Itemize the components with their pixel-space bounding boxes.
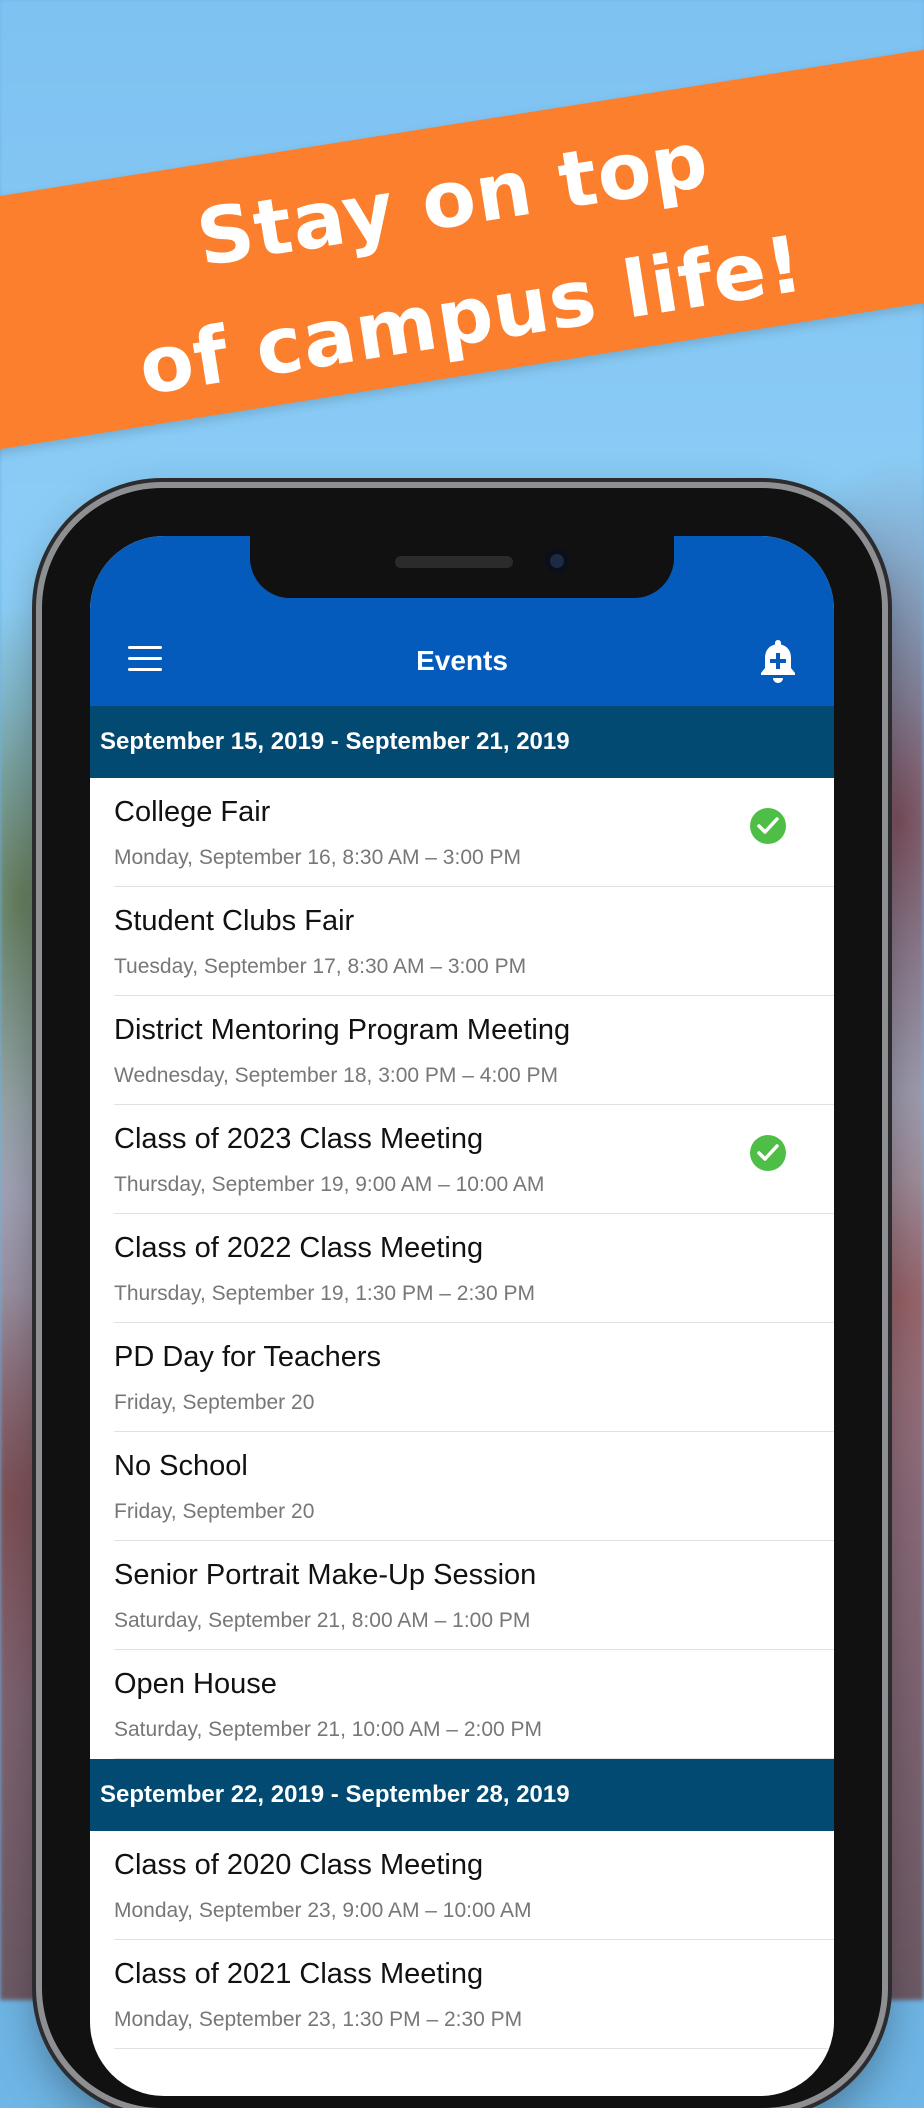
event-row[interactable]: No School Friday, September 20 xyxy=(114,1432,834,1541)
event-time: Friday, September 20 xyxy=(114,1391,315,1414)
event-row[interactable]: College Fair Monday, September 16, 8:30 A… xyxy=(114,778,834,887)
event-row[interactable]: PD Day for Teachers Friday, September 20 xyxy=(114,1323,834,1432)
event-title: College Fair xyxy=(114,796,271,828)
speaker-grille xyxy=(395,556,513,568)
event-title: Class of 2020 Class Meeting xyxy=(114,1849,484,1881)
event-title: Student Clubs Fair xyxy=(114,905,355,937)
event-time: Monday, September 16, 8:30 AM – 3:00 PM xyxy=(114,846,522,869)
checkmark-icon xyxy=(750,1135,786,1171)
event-row[interactable]: Open House Saturday, September 21, 10:00 … xyxy=(114,1650,834,1759)
event-title: Senior Portrait Make-Up Session xyxy=(114,1559,537,1591)
bell-add-icon[interactable] xyxy=(758,638,798,684)
event-time: Saturday, September 21, 10:00 AM – 2:00 … xyxy=(114,1718,543,1741)
event-title: Class of 2021 Class Meeting xyxy=(114,1958,484,1990)
event-title: Class of 2022 Class Meeting xyxy=(114,1232,484,1264)
event-row[interactable]: Senior Portrait Make-Up Session Saturday,… xyxy=(114,1541,834,1650)
section-header: September 22, 2019 - September 28, 2019 xyxy=(90,1759,834,1831)
event-row[interactable]: District Mentoring Program Meeting Wednes… xyxy=(114,996,834,1105)
event-time: Monday, September 23, 9:00 AM – 10:00 AM xyxy=(114,1899,532,1922)
phone-notch xyxy=(250,536,674,598)
front-camera xyxy=(544,548,570,574)
page-title: Events xyxy=(416,645,508,676)
event-row[interactable]: Class of 2022 Class Meeting Thursday, Sep… xyxy=(114,1214,834,1323)
event-time: Thursday, September 19, 1:30 PM – 2:30 P… xyxy=(114,1282,535,1305)
event-row[interactable]: Class of 2021 Class Meeting Monday, Septe… xyxy=(114,1940,834,2049)
event-row[interactable]: Class of 2020 Class Meeting Monday, Septe… xyxy=(114,1831,834,1940)
event-time: Saturday, September 21, 8:00 AM – 1:00 P… xyxy=(114,1609,531,1632)
event-title: No School xyxy=(114,1450,248,1482)
checkmark-icon xyxy=(750,808,786,844)
event-time: Wednesday, September 18, 3:00 PM – 4:00 … xyxy=(114,1064,558,1087)
phone-frame: Events September 15, 2019 - September 21… xyxy=(42,488,882,2108)
event-time: Monday, September 23, 1:30 PM – 2:30 PM xyxy=(114,2008,523,2031)
event-title: Open House xyxy=(114,1668,277,1700)
nav-bar: Events xyxy=(90,616,834,706)
event-title: District Mentoring Program Meeting xyxy=(114,1014,571,1046)
event-row[interactable]: Student Clubs Fair Tuesday, September 17,… xyxy=(114,887,834,996)
hamburger-menu-icon[interactable] xyxy=(128,646,162,674)
event-title: Class of 2023 Class Meeting xyxy=(114,1123,484,1155)
event-time: Friday, September 20 xyxy=(114,1500,315,1523)
event-list: September 15, 2019 - September 21, 2019 C… xyxy=(90,706,834,2049)
event-title: PD Day for Teachers xyxy=(114,1341,382,1373)
phone-screen: Events September 15, 2019 - September 21… xyxy=(90,536,834,2096)
event-time: Tuesday, September 17, 8:30 AM – 3:00 PM xyxy=(114,955,527,978)
event-time: Thursday, September 19, 9:00 AM – 10:00 … xyxy=(114,1173,545,1196)
section-header: September 15, 2019 - September 21, 2019 xyxy=(90,706,834,778)
event-row[interactable]: Class of 2023 Class Meeting Thursday, Sep… xyxy=(114,1105,834,1214)
